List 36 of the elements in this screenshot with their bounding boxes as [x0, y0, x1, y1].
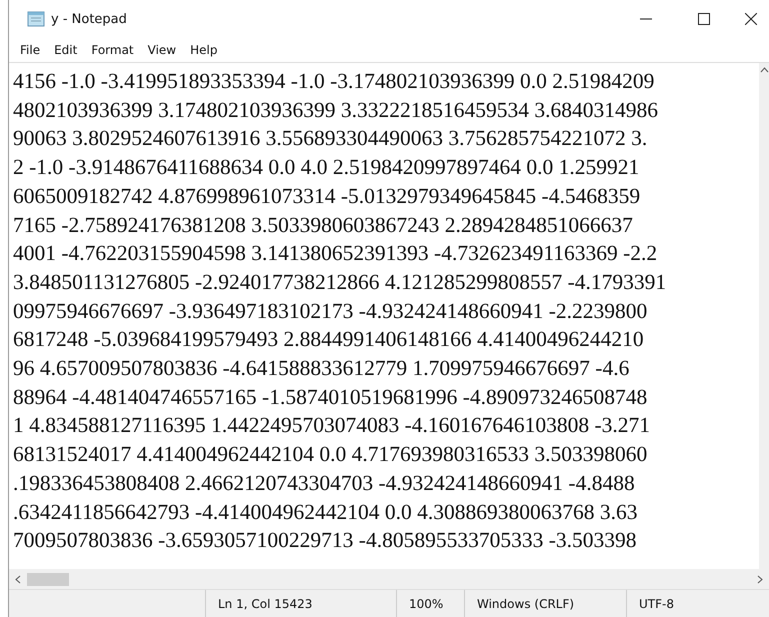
scroll-up-icon — [760, 67, 768, 73]
menu-item[interactable]: Format — [84, 41, 141, 59]
text-line: 4156 -1.0 -3.419951893353394 -1.0 -3.174802103936399 0.0 2.51984209 — [13, 68, 654, 95]
text-line: 88964 -4.481404746557165 -1.5874010519681996 -4.890973246508748 — [13, 384, 648, 411]
menu-item[interactable]: Help — [183, 41, 224, 59]
text-line: 4802103936399 3.174802103936399 3.3322218516459534 3.6840314986 — [13, 96, 658, 124]
text-line: 3.848501131276805 -2.924017738212866 4.121285299808557 -4.1793391 — [13, 268, 666, 296]
scrollbar-thumb[interactable] — [27, 572, 69, 586]
menu-item[interactable]: View — [140, 41, 184, 59]
maximize-icon — [698, 13, 710, 25]
status-text: 100% — [409, 596, 444, 610]
text-line: 6817248 -5.039684199579493 2.8844991406148166 4.41400496244210 — [13, 326, 644, 354]
window-title: y - Notepad — [51, 12, 127, 26]
notepad-icon — [27, 11, 45, 27]
status-text: Ln 1, Col 15423 — [218, 596, 312, 610]
vertical-scrollbar[interactable] — [759, 63, 769, 569]
menu-item[interactable]: File — [13, 41, 48, 59]
scroll-left-icon — [15, 574, 21, 584]
text-line: 68131524017 4.414004962442104 0.0 4.717693980316533 3.503398060 — [13, 441, 648, 468]
menu-item[interactable]: Edit — [47, 41, 84, 59]
text-line: 2 -1.0 -3.9148676411688634 0.0 4.0 2.5198420997897464 0.0 1.259921 — [13, 154, 640, 182]
text-line: .198336453808408 2.4662120743304703 -4.932424148660941 -4.8488 — [13, 470, 635, 497]
close-icon — [745, 13, 757, 25]
text-line: 1 4.834588127116395 1.4422495703074083 -4.160167646103808 -3.271 — [13, 412, 650, 440]
text-line: 90063 3.8029524607613916 3.556893304490063 3.756285754221072 3. — [13, 125, 648, 152]
text-line: 09975946676697 -3.936497183102173 -4.932424148660941 -2.2239800 — [13, 298, 648, 325]
text-line: 6065009182742 4.876998961073314 -5.0132979349645845 -4.5468359 — [13, 182, 640, 210]
text-line: 7165 -2.758924176381208 3.5033980603867243 2.2894284851066637 — [13, 212, 633, 239]
horizontal-scrollbar[interactable] — [9, 569, 769, 589]
text-line: 4001 -4.762203155904598 3.141380652391393 -4.732623491163369 -2.2 — [13, 240, 658, 268]
status-text: UTF-8 — [639, 596, 674, 610]
text-line: 96 4.657009507803836 -4.641588833612779 1.709975946676697 -4.6 — [13, 355, 630, 382]
scroll-right-icon — [757, 574, 763, 584]
text-line: 7009507803836 -3.6593057100229713 -4.805895533705333 -3.503398 — [13, 527, 636, 554]
status-text: Windows (CRLF) — [477, 596, 574, 610]
text-line: .6342411856642793 -4.414004962442104 0.0 4.308869380063768 3.63 — [13, 498, 638, 526]
